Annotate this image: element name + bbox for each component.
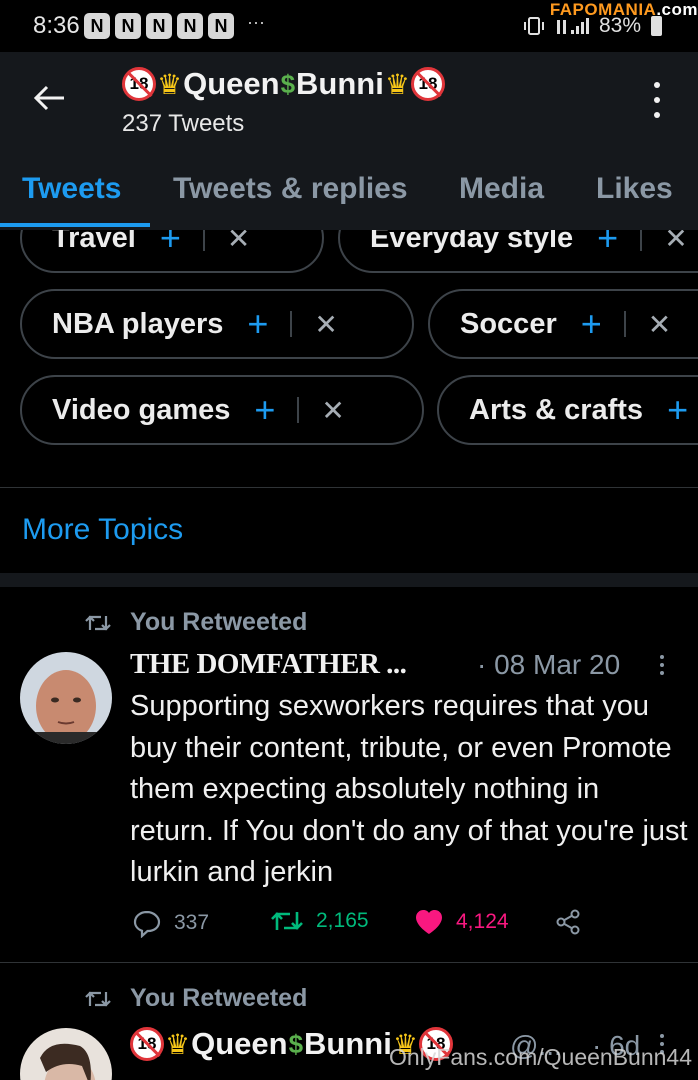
tweet-text: Supporting sexworkers requires that you … bbox=[130, 690, 688, 888]
chip-separator bbox=[290, 311, 293, 337]
reply-icon bbox=[133, 910, 161, 938]
chip-separator bbox=[202, 230, 205, 251]
retweet-count: 2,165 bbox=[316, 909, 369, 932]
notification-icon: N bbox=[208, 13, 234, 39]
reply-count: 337 bbox=[174, 911, 210, 934]
topic-label: Travel bbox=[52, 230, 136, 254]
dismiss-topic-close-icon[interactable]: ✕ bbox=[227, 230, 250, 255]
like-count: 4,124 bbox=[456, 910, 509, 933]
back-arrow-icon[interactable] bbox=[30, 78, 70, 118]
topic-chip[interactable]: Travel + ✕ bbox=[20, 230, 324, 273]
tweet-author[interactable]: THE DOMFATHER ... bbox=[130, 648, 407, 681]
tweet-menu-icon[interactable] bbox=[660, 655, 666, 675]
more-topics-link[interactable]: More Topics bbox=[22, 513, 183, 547]
topic-chip[interactable]: Everyday style + ✕ bbox=[338, 230, 698, 273]
profile-tabs: Tweets Tweets & replies Media Likes bbox=[0, 150, 698, 230]
topic-chip[interactable]: Video games + ✕ bbox=[20, 375, 424, 445]
tab-tweets[interactable]: Tweets bbox=[22, 172, 121, 206]
follow-topic-plus-icon[interactable]: + bbox=[667, 389, 688, 431]
dismiss-topic-close-icon[interactable]: ✕ bbox=[648, 308, 671, 341]
crown-icon: ♛ bbox=[384, 68, 410, 100]
follow-topic-plus-icon[interactable]: + bbox=[597, 230, 618, 259]
follow-topic-plus-icon[interactable]: + bbox=[247, 303, 268, 345]
dismiss-topic-close-icon[interactable]: ✕ bbox=[664, 230, 687, 255]
topic-chip[interactable]: Soccer + ✕ bbox=[428, 289, 698, 359]
tweet-actions: 337 2,165 4,124 bbox=[130, 908, 600, 948]
overflow-menu-icon[interactable] bbox=[652, 82, 662, 118]
status-bar: 8:36 N N N N N ··· 83% FAPOMANIA.com bbox=[0, 0, 698, 52]
dismiss-topic-close-icon[interactable]: ✕ bbox=[314, 308, 337, 341]
money-icon: $ bbox=[280, 68, 296, 99]
tab-media[interactable]: Media bbox=[459, 172, 544, 206]
reply-button[interactable]: 337 bbox=[132, 908, 209, 938]
profile-name-part1: Queen bbox=[183, 66, 280, 101]
notification-icon: N bbox=[84, 13, 110, 39]
topic-label: NBA players bbox=[52, 307, 224, 340]
profile-header: 18 ♛ Queen $ Bunni ♛ 18 237 Tweets bbox=[0, 52, 698, 150]
share-button[interactable] bbox=[554, 908, 594, 936]
tab-likes[interactable]: Likes bbox=[596, 172, 673, 206]
topic-label: Everyday style bbox=[370, 230, 574, 254]
chip-separator bbox=[640, 230, 643, 251]
retweet-indicator: You Retweeted bbox=[84, 984, 307, 1013]
profile-name-part2: Bunni bbox=[296, 66, 384, 101]
retweet-label: You Retweeted bbox=[130, 984, 308, 1012]
topic-label: Soccer bbox=[460, 307, 557, 340]
topics-carousel: Travel + ✕ Everyday style + ✕ NBA player… bbox=[0, 230, 698, 488]
no-under-18-icon: 18 bbox=[130, 1027, 164, 1061]
divider bbox=[0, 487, 698, 488]
like-button[interactable]: 4,124 bbox=[414, 908, 509, 936]
profile-name: 18 ♛ Queen $ Bunni ♛ 18 bbox=[122, 66, 445, 102]
section-divider bbox=[0, 573, 698, 587]
share-icon bbox=[556, 909, 580, 935]
notification-icon: N bbox=[177, 13, 203, 39]
topic-label: Arts & crafts bbox=[469, 393, 644, 426]
retweet-icon bbox=[85, 990, 111, 1007]
topic-chip[interactable]: NBA players + ✕ bbox=[20, 289, 414, 359]
crown-icon: ♛ bbox=[165, 1028, 191, 1060]
notification-icons: N N N N N bbox=[84, 13, 234, 39]
avatar[interactable] bbox=[20, 652, 112, 744]
notification-icon: N bbox=[115, 13, 141, 39]
follow-topic-plus-icon[interactable]: + bbox=[160, 230, 181, 259]
clock: 8:36 bbox=[33, 12, 80, 39]
vibrate-icon bbox=[523, 17, 544, 35]
money-icon: $ bbox=[288, 1028, 304, 1059]
chip-separator bbox=[297, 397, 300, 423]
topic-label: Video games bbox=[52, 393, 231, 426]
retweet-indicator: You Retweeted bbox=[84, 608, 307, 637]
retweet-icon bbox=[271, 912, 303, 930]
retweet-icon bbox=[85, 614, 111, 631]
author-name-part1: Queen bbox=[191, 1026, 288, 1061]
no-under-18-icon: 18 bbox=[122, 67, 156, 101]
chip-separator bbox=[623, 311, 626, 337]
retweet-label: You Retweeted bbox=[130, 608, 308, 636]
active-tab-indicator bbox=[0, 223, 150, 227]
notification-icon: N bbox=[146, 13, 172, 39]
footer-watermark: OnlyFans.com/QueenBunn44 bbox=[388, 1044, 692, 1070]
crown-icon: ♛ bbox=[157, 68, 183, 100]
author-name-part2: Bunni bbox=[304, 1026, 392, 1061]
tab-tweets-replies[interactable]: Tweets & replies bbox=[173, 172, 408, 206]
retweet-button[interactable]: 2,165 bbox=[270, 908, 369, 934]
no-under-18-icon: 18 bbox=[410, 67, 445, 101]
more-notifications-icon: ··· bbox=[247, 12, 265, 32]
dismiss-topic-close-icon[interactable]: ✕ bbox=[321, 394, 344, 427]
heart-icon bbox=[416, 910, 442, 934]
follow-topic-plus-icon[interactable]: + bbox=[581, 303, 602, 345]
avatar[interactable] bbox=[20, 1028, 112, 1080]
tweet-count: 237 Tweets bbox=[122, 110, 245, 137]
watermark: FAPOMANIA.com bbox=[549, 0, 698, 19]
divider bbox=[0, 962, 698, 963]
topic-chip[interactable]: Arts & crafts + bbox=[437, 375, 698, 445]
follow-topic-plus-icon[interactable]: + bbox=[254, 389, 275, 431]
tweet-date: · 08 Mar 20 bbox=[477, 649, 621, 680]
